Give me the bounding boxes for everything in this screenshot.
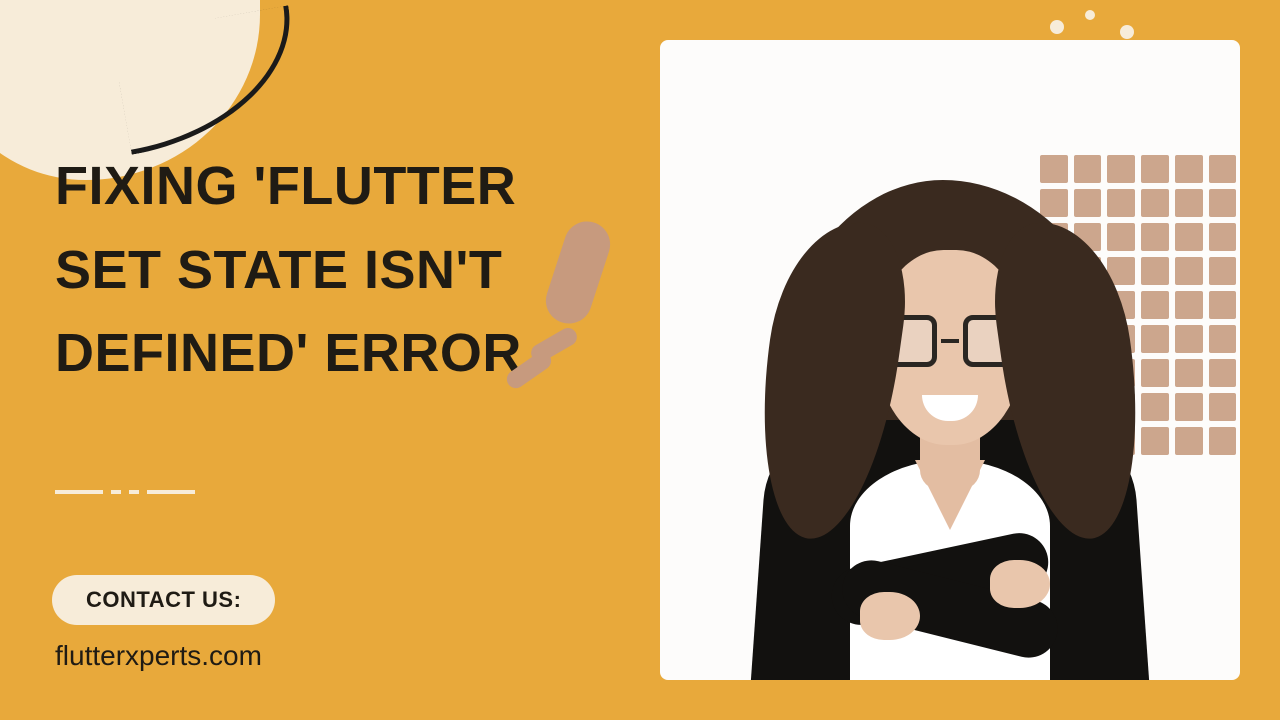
photo-card [660,40,1240,680]
contact-us-pill: CONTACT US: [52,575,275,625]
dashed-accent [55,490,195,494]
website-url: flutterxperts.com [55,640,262,672]
promo-banner: FIXING 'FLUTTER SET STATE ISN'T DEFINED'… [0,0,1280,720]
person-illustration [730,120,1170,680]
cta-label: CONTACT US: [86,587,241,612]
